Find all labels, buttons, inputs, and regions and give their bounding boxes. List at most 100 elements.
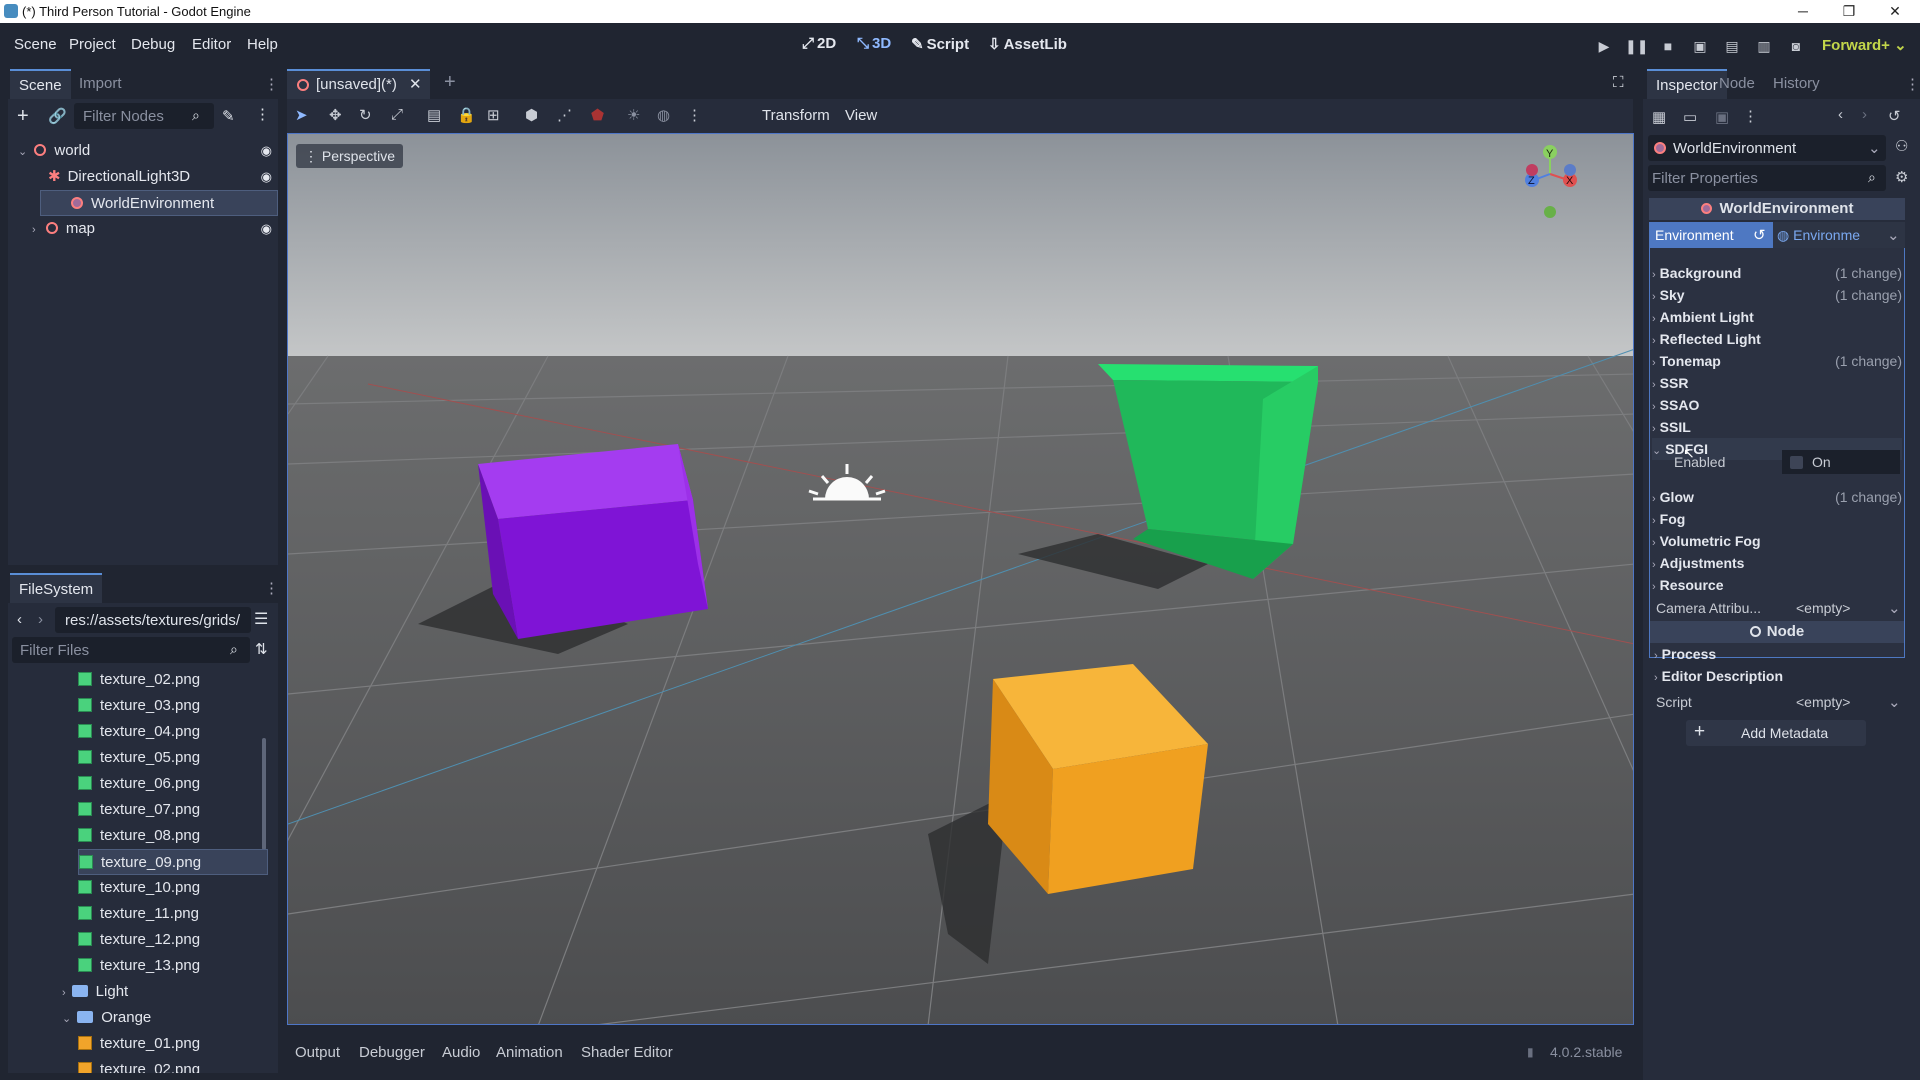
mode-assetlib-button[interactable]: ⇩ AssetLib xyxy=(988,35,1067,53)
file-item[interactable]: texture_03.png xyxy=(78,693,268,719)
visibility-eye-icon[interactable]: ◉ xyxy=(261,216,272,242)
move-tool-icon[interactable]: ✥ xyxy=(329,106,342,124)
add-node-icon[interactable]: + xyxy=(17,105,29,128)
section-ssr[interactable]: › SSR xyxy=(1652,372,1902,394)
minimize-button[interactable]: ─ xyxy=(1780,0,1826,23)
stop-icon[interactable]: ■ xyxy=(1657,35,1679,57)
save-resource-icon[interactable]: ▣ xyxy=(1715,108,1729,126)
purple-cube[interactable] xyxy=(478,444,708,639)
tab-unsaved-scene[interactable]: [unsaved](*) ✕ xyxy=(287,69,430,99)
node-help-icon[interactable]: ⚇ xyxy=(1895,137,1908,155)
tab-scene[interactable]: Scene xyxy=(10,69,71,99)
file-item[interactable]: texture_02.png xyxy=(78,1057,268,1073)
scene-menu-icon[interactable]: ⋮ xyxy=(255,105,270,123)
tree-item-world-environment[interactable]: WorldEnvironment xyxy=(40,190,278,216)
dock-menu-icon[interactable]: ⋮ xyxy=(264,75,279,93)
mode-3d-button[interactable]: ⤡ 3D xyxy=(857,35,891,52)
sort-icon[interactable]: ⇅ xyxy=(255,640,268,658)
open-resource-icon[interactable]: ▭ xyxy=(1683,108,1697,126)
add-metadata-button[interactable]: + Add Metadata xyxy=(1686,720,1866,746)
tree-item-world[interactable]: ⌄ world ◉ xyxy=(18,138,278,164)
section-editor-description[interactable]: › Editor Description xyxy=(1654,665,1904,687)
play-icon[interactable]: ▶ xyxy=(1593,35,1615,57)
section-process[interactable]: › Process xyxy=(1654,643,1904,665)
tab-node[interactable]: Node xyxy=(1710,69,1764,99)
visibility-eye-icon[interactable]: ◉ xyxy=(261,164,272,190)
attach-script-icon[interactable]: ✎ xyxy=(222,107,235,125)
more-options-icon[interactable]: ⋮ xyxy=(687,106,702,124)
pause-icon[interactable]: ❚❚ xyxy=(1625,35,1648,57)
section-ssao[interactable]: › SSAO xyxy=(1652,394,1902,416)
menu-scene[interactable]: Scene xyxy=(14,36,57,53)
file-item[interactable]: texture_05.png xyxy=(78,745,268,771)
history-forward-icon[interactable]: › xyxy=(1862,106,1867,123)
folder-item[interactable]: ⌄ Orange xyxy=(62,1005,252,1031)
tab-history[interactable]: History xyxy=(1764,69,1829,99)
preview-camera-icon[interactable]: ⬟ xyxy=(591,106,604,124)
forward-icon[interactable]: › xyxy=(38,611,43,628)
play-custom-scene-icon[interactable]: ▥ xyxy=(1753,35,1775,57)
file-item[interactable]: texture_02.png xyxy=(78,667,268,693)
script-picker[interactable]: <empty> ⌄ xyxy=(1768,690,1904,714)
renderer-selector[interactable]: Forward+ ⌄ xyxy=(1822,36,1907,54)
remote-debug-icon[interactable]: ▣ xyxy=(1689,35,1711,57)
tree-item-map[interactable]: › map ◉ xyxy=(18,216,278,242)
rotate-tool-icon[interactable]: ↻ xyxy=(359,106,372,124)
group-icon[interactable]: ⊞ xyxy=(487,106,500,124)
history-back-icon[interactable]: ‹ xyxy=(1838,106,1843,123)
section-fog[interactable]: › Fog xyxy=(1652,508,1902,530)
tree-item-directional-light[interactable]: ✱ DirectionalLight3D ◉ xyxy=(18,164,278,190)
file-item[interactable]: texture_09.png xyxy=(78,849,268,875)
tab-shader-editor[interactable]: Shader Editor xyxy=(581,1044,673,1061)
transform-menu[interactable]: Transform xyxy=(762,107,830,124)
mode-2d-button[interactable]: ⤢ 2D xyxy=(802,35,836,52)
perspective-menu-button[interactable]: ⋮ Perspective xyxy=(296,144,404,168)
file-item[interactable]: texture_13.png xyxy=(78,953,268,979)
scale-tool-icon[interactable]: ⤢ xyxy=(391,106,403,123)
local-space-icon[interactable]: ⬢ xyxy=(525,106,538,124)
sdfgi-enabled-checkbox[interactable]: On xyxy=(1782,450,1900,474)
section-glow[interactable]: › Glow (1 change) xyxy=(1652,486,1902,508)
section-ssil[interactable]: › SSIL xyxy=(1652,416,1902,438)
lock-icon[interactable]: 🔒 xyxy=(457,106,476,124)
close-window-button[interactable]: ✕ xyxy=(1872,0,1918,23)
distraction-free-icon[interactable]: ⛶ xyxy=(1613,74,1624,91)
file-item[interactable]: texture_10.png xyxy=(78,875,268,901)
section-reflected-light[interactable]: › Reflected Light xyxy=(1652,328,1902,350)
revert-icon[interactable]: ↺ xyxy=(1753,226,1766,244)
camera-attributes-picker[interactable]: <empty> ⌄ xyxy=(1768,596,1904,620)
visibility-eye-icon[interactable]: ◉ xyxy=(261,138,272,164)
movie-maker-icon[interactable]: ◙ xyxy=(1785,35,1807,57)
play-scene-icon[interactable]: ▤ xyxy=(1721,35,1743,57)
file-item[interactable]: texture_12.png xyxy=(78,927,268,953)
tab-filesystem[interactable]: FileSystem xyxy=(10,573,103,603)
file-item[interactable]: texture_11.png xyxy=(78,901,268,927)
new-resource-icon[interactable]: ▦ xyxy=(1652,108,1666,126)
object-selector[interactable]: WorldEnvironment ⌄ xyxy=(1648,135,1886,161)
preview-environment-icon[interactable]: ◍ xyxy=(657,106,670,124)
section-adjustments[interactable]: › Adjustments xyxy=(1652,552,1902,574)
dock-menu-icon[interactable]: ⋮ xyxy=(264,579,278,597)
select-tool-icon[interactable]: ➤ xyxy=(295,106,308,124)
section-resource[interactable]: › Resource xyxy=(1652,574,1902,596)
maximize-button[interactable]: ❐ xyxy=(1826,0,1872,23)
resource-menu-icon[interactable]: ⋮ xyxy=(1743,107,1758,125)
object-history-icon[interactable]: ↺ xyxy=(1888,107,1901,125)
mode-script-button[interactable]: ✎ Script xyxy=(911,35,969,53)
list-select-icon[interactable]: ▤ xyxy=(427,106,441,124)
3d-viewport[interactable]: Y X Z ⋮ Perspective xyxy=(287,133,1634,1025)
back-icon[interactable]: ‹ xyxy=(17,611,22,628)
file-item[interactable]: texture_08.png xyxy=(78,823,268,849)
add-scene-tab-icon[interactable]: + xyxy=(444,71,456,94)
section-ambient-light[interactable]: › Ambient Light xyxy=(1652,306,1902,328)
instance-scene-icon[interactable]: 🔗 xyxy=(48,107,67,125)
file-item[interactable]: texture_01.png xyxy=(78,1031,268,1057)
section-background[interactable]: › Background (1 change) xyxy=(1652,262,1902,284)
filter-properties-input[interactable]: Filter Properties ⌕ xyxy=(1648,165,1886,191)
tab-debugger[interactable]: Debugger xyxy=(359,1044,425,1061)
section-tonemap[interactable]: › Tonemap (1 change) xyxy=(1652,350,1902,372)
property-options-icon[interactable]: ⚙ xyxy=(1895,168,1908,186)
tab-animation[interactable]: Animation xyxy=(496,1044,563,1061)
snap-icon[interactable]: ⋰ xyxy=(557,106,572,124)
section-volumetric-fog[interactable]: › Volumetric Fog xyxy=(1652,530,1902,552)
